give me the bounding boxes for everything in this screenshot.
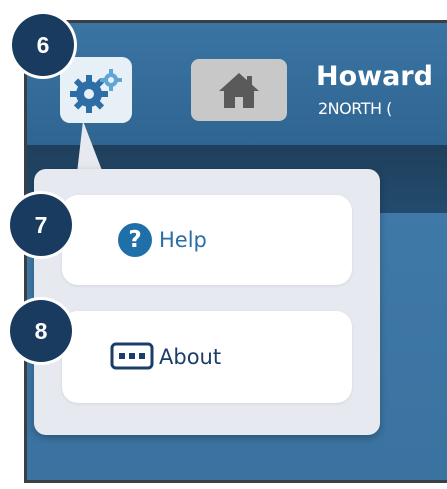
callout-badge-7: 7 xyxy=(10,194,72,256)
settings-button[interactable] xyxy=(60,57,132,123)
question-circle-icon: ? xyxy=(118,223,152,257)
app-window: Howard 2NORTH ( ? Help About xyxy=(24,20,447,483)
unit-name: 2NORTH ( xyxy=(318,99,392,118)
monitor-dots-icon xyxy=(110,342,154,370)
callout-badge-8: 8 xyxy=(10,300,72,362)
about-label: About xyxy=(159,345,222,369)
settings-menu: ? Help About xyxy=(34,169,380,435)
menu-pointer xyxy=(77,121,103,173)
callout-badge-6: 6 xyxy=(12,14,74,76)
user-name: Howard xyxy=(316,61,433,92)
gears-icon xyxy=(70,69,122,113)
about-menu-item[interactable]: About xyxy=(62,311,352,403)
help-menu-item[interactable]: ? Help xyxy=(62,195,352,285)
home-button[interactable] xyxy=(191,59,287,121)
help-label: Help xyxy=(159,228,207,252)
home-icon xyxy=(219,73,259,108)
